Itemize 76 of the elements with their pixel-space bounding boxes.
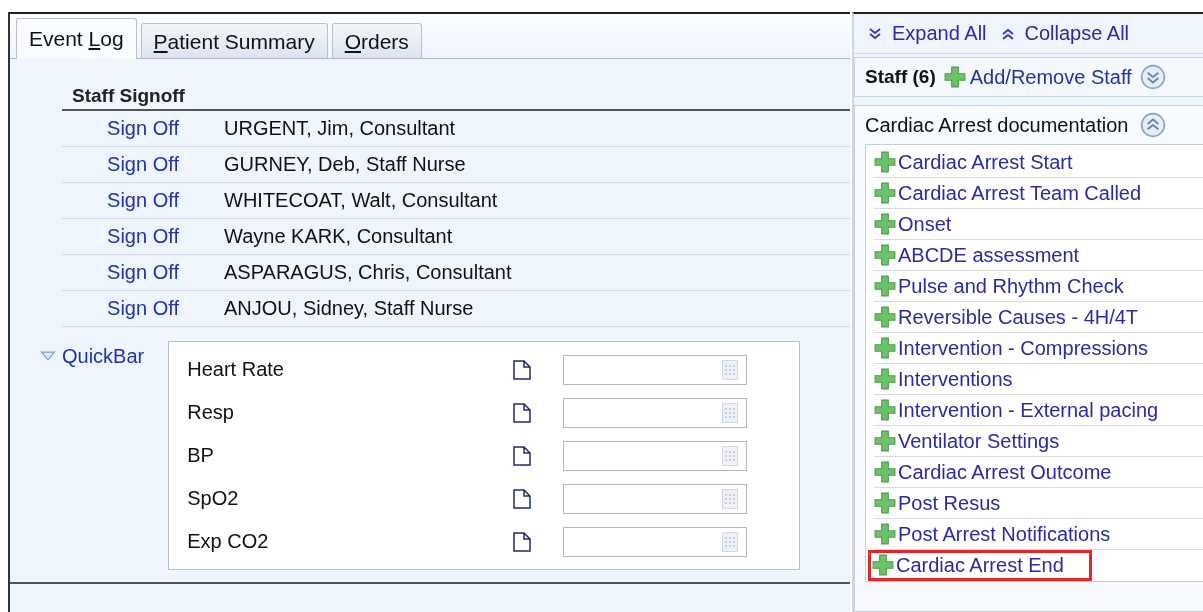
input-field[interactable] xyxy=(563,483,748,514)
plus-icon[interactable] xyxy=(872,554,894,576)
form-link[interactable]: Cardiac Arrest Team Called xyxy=(874,178,1203,209)
tab[interactable]: Patient Summary xyxy=(140,23,328,58)
staff-name: GURNEY, Deb, Staff Nurse xyxy=(224,153,466,176)
form-link[interactable]: Pulse and Rhythm Check xyxy=(874,271,1203,302)
document-icon[interactable] xyxy=(513,488,532,509)
section-title: Cardiac Arrest documentation xyxy=(865,113,1129,137)
field-label: SpO2 xyxy=(187,487,240,510)
quickbar-toggle[interactable]: QuickBar xyxy=(40,345,145,368)
form-link[interactable]: Ventilator Settings xyxy=(874,426,1203,457)
document-icon[interactable] xyxy=(513,402,532,423)
input-field[interactable] xyxy=(563,440,748,471)
collapse-all-link[interactable]: Collapse All xyxy=(1000,22,1130,45)
form-link[interactable]: Post Arrest Notifications xyxy=(874,519,1203,550)
staff-count: Staff (6) xyxy=(865,66,936,88)
section-heading: Staff Signoff xyxy=(62,85,850,111)
calculator-icon[interactable] xyxy=(722,531,739,552)
plus-icon[interactable] xyxy=(943,66,966,88)
tab[interactable]: Orders xyxy=(331,23,422,58)
calculator-icon[interactable] xyxy=(722,488,739,509)
document-icon[interactable] xyxy=(513,531,532,552)
staff-name: WHITECOAT, Walt, Consultant xyxy=(224,189,498,212)
form-link[interactable]: Cardiac Arrest End xyxy=(868,550,1092,581)
plus-icon[interactable] xyxy=(874,368,896,390)
input-field[interactable] xyxy=(563,526,748,557)
form-link[interactable]: ABCDE assessment xyxy=(874,240,1203,271)
sign-off-link[interactable]: Sign Off xyxy=(62,117,224,140)
plus-icon[interactable] xyxy=(874,151,896,173)
plus-icon[interactable] xyxy=(874,213,896,235)
triangle-icon[interactable] xyxy=(40,351,56,362)
calculator-icon[interactable] xyxy=(722,359,739,380)
input-field[interactable] xyxy=(563,354,748,385)
staff-name: ANJOU, Sidney, Staff Nurse xyxy=(224,297,474,320)
input-field[interactable] xyxy=(563,397,748,428)
field-label: Resp xyxy=(187,401,235,424)
sign-off-link[interactable]: Sign Off xyxy=(62,189,224,212)
form-link[interactable]: Intervention - Compressions xyxy=(874,333,1203,364)
document-icon[interactable] xyxy=(513,359,532,380)
calculator-icon[interactable] xyxy=(722,402,739,423)
form-link[interactable]: Cardiac Arrest Start xyxy=(874,147,1203,178)
staff-name: ASPARAGUS, Chris, Consultant xyxy=(224,261,512,284)
plus-icon[interactable] xyxy=(874,492,896,514)
plus-icon[interactable] xyxy=(874,523,896,545)
plus-icon[interactable] xyxy=(874,399,896,421)
expand-icon[interactable] xyxy=(1139,64,1166,90)
sign-off-link[interactable]: Sign Off xyxy=(62,153,224,176)
plus-icon[interactable] xyxy=(874,337,896,359)
form-link[interactable]: Reversible Causes - 4H/4T xyxy=(874,302,1203,333)
calculator-icon[interactable] xyxy=(722,445,739,466)
expand-icon[interactable] xyxy=(868,26,882,41)
add-remove-staff-link[interactable]: Add/Remove Staff xyxy=(943,65,1132,89)
field-label: Exp CO2 xyxy=(187,530,270,553)
plus-icon[interactable] xyxy=(874,461,896,483)
form-link[interactable]: Intervention - External pacing xyxy=(874,395,1203,426)
sign-off-link[interactable]: Sign Off xyxy=(62,297,224,320)
form-link[interactable]: Onset xyxy=(874,209,1203,240)
staff-name: URGENT, Jim, Consultant xyxy=(224,117,456,140)
sign-off-link[interactable]: Sign Off xyxy=(62,225,224,248)
sign-off-link[interactable]: Sign Off xyxy=(62,261,224,284)
tab[interactable]: Event Log xyxy=(16,18,137,59)
form-link[interactable]: Cardiac Arrest Outcome xyxy=(874,457,1203,488)
collapse-icon[interactable] xyxy=(1140,112,1167,138)
plus-icon[interactable] xyxy=(874,275,896,297)
plus-icon[interactable] xyxy=(874,306,896,328)
form-link[interactable]: Interventions xyxy=(874,364,1203,395)
plus-icon[interactable] xyxy=(874,430,896,452)
field-label: BP xyxy=(187,444,215,467)
expand-all-link[interactable]: Expand All xyxy=(868,22,987,45)
plus-icon[interactable] xyxy=(874,244,896,266)
collapse-icon[interactable] xyxy=(1000,26,1015,41)
form-link[interactable]: Post Resus xyxy=(874,488,1203,519)
field-label: Heart Rate xyxy=(187,358,285,381)
document-icon[interactable] xyxy=(513,445,532,466)
staff-name: Wayne KARK, Consultant xyxy=(224,225,453,248)
plus-icon[interactable] xyxy=(874,182,896,204)
